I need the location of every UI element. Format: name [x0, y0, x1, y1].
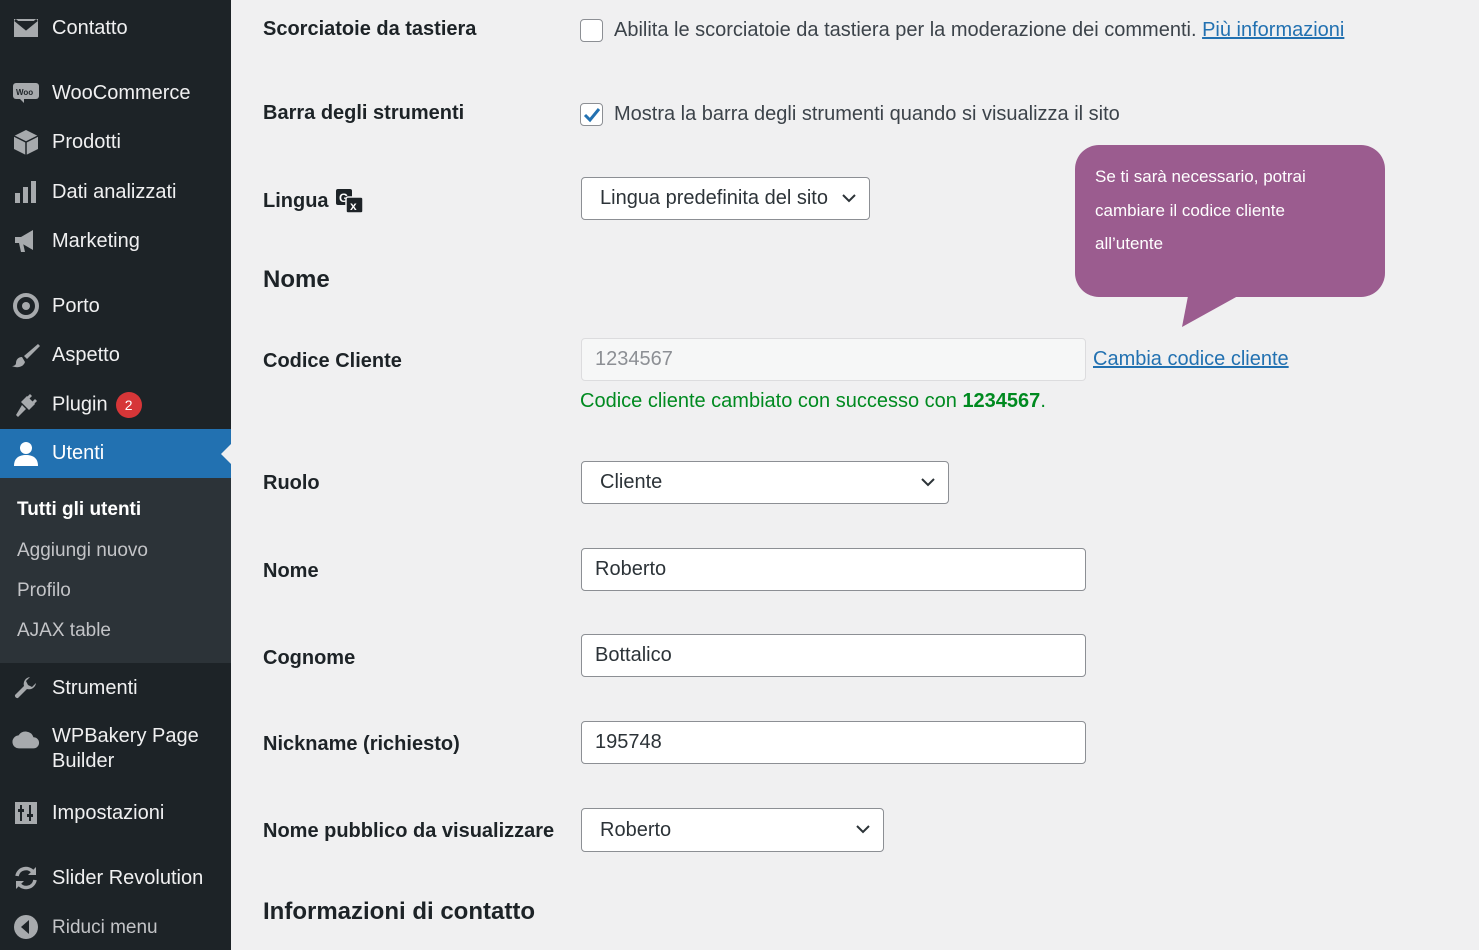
update-count-badge: 2: [115, 392, 142, 418]
chevron-down-icon: [856, 825, 870, 834]
last-name-value: Bottalico: [595, 644, 672, 666]
customer-code-success-message: Codice cliente cambiato con successo con…: [580, 390, 1046, 413]
sidebar-item-porto[interactable]: Porto: [0, 286, 231, 326]
sidebar-item-label: Slider Revolution: [52, 866, 204, 889]
envelope-icon: [12, 14, 40, 42]
sidebar-item-prodotti[interactable]: Prodotti: [0, 122, 231, 162]
last-name-input[interactable]: Bottalico: [581, 634, 1086, 677]
sidebar-item-slider-revolution[interactable]: Slider Revolution: [0, 858, 231, 898]
shortcuts-checkbox[interactable]: [580, 19, 603, 42]
translate-icon: Gx: [335, 188, 365, 214]
sidebar-item-woocommerce[interactable]: Woo WooCommerce: [0, 73, 231, 113]
woocommerce-icon: Woo: [12, 79, 40, 107]
sidebar-item-utenti[interactable]: Utenti: [0, 429, 231, 478]
cloud-icon: [12, 726, 40, 754]
sidebar-item-wpbakery[interactable]: WPBakery Page Builder: [0, 722, 231, 778]
sidebar-item-label: Marketing: [52, 229, 140, 252]
change-customer-code-link[interactable]: Cambia codice cliente: [1093, 348, 1289, 371]
sidebar-item-impostazioni[interactable]: Impostazioni: [0, 793, 231, 833]
svg-text:x: x: [350, 199, 357, 213]
sidebar-item-aspetto[interactable]: Aspetto: [0, 335, 231, 375]
display-name-select-value: Roberto: [600, 818, 672, 841]
sidebar-item-label: Porto: [52, 294, 100, 317]
role-select-value: Cliente: [600, 471, 663, 493]
role-label: Ruolo: [263, 472, 320, 494]
plugin-icon: [12, 391, 40, 419]
box-icon: [12, 128, 40, 156]
svg-text:Woo: Woo: [16, 88, 33, 97]
sidebar-item-label: Contatto: [52, 16, 128, 39]
sidebar-item-label: Impostazioni: [52, 801, 165, 824]
shortcuts-label: Scorciatoie da tastiera: [263, 18, 477, 40]
tooltip-line: Se ti sarà necessario, potrai: [1095, 167, 1306, 186]
sidebar-item-strumenti[interactable]: Strumenti: [0, 668, 231, 708]
display-name-label: Nome pubblico da visualizzare: [263, 820, 555, 842]
first-name-input[interactable]: Roberto: [581, 548, 1086, 591]
nickname-label: Nickname (richiesto): [263, 733, 460, 755]
shortcuts-checkbox-text: Abilita le scorciatoie da tastiera per l…: [614, 19, 1197, 41]
sidebar-item-label: Aspetto: [52, 343, 120, 366]
language-select-value: Lingua predefinita del sito: [600, 187, 828, 209]
tooltip-line: cambiare il codice cliente: [1095, 200, 1285, 220]
sidebar-item-marketing[interactable]: Marketing: [0, 221, 231, 261]
customer-code-value: 1234567: [595, 348, 673, 370]
toolbar-checkbox-text: Mostra la barra degli strumenti quando s…: [614, 103, 1120, 125]
more-info-link[interactable]: Più informazioni: [1202, 19, 1344, 41]
refresh-icon: [12, 864, 40, 892]
megaphone-icon: [12, 227, 40, 255]
sidebar-item-label: WooCommerce: [52, 81, 191, 104]
sidebar-item-label: Riduci menu: [52, 916, 158, 938]
admin-sidebar: Contatto Woo WooCommerce Prodotti Dati a…: [0, 0, 231, 950]
sidebar-item-dati-analizzati[interactable]: Dati analizzati: [0, 172, 231, 212]
submenu-item-profilo[interactable]: Profilo: [17, 580, 71, 602]
sidebar-item-label-line1: WPBakery Page: [52, 725, 199, 747]
sidebar-item-label: Prodotti: [52, 130, 121, 153]
toolbar-checkbox[interactable]: [580, 103, 603, 126]
bar-chart-icon: [12, 178, 40, 206]
sidebar-item-label: Utenti: [52, 442, 105, 464]
submenu-item-ajax-table[interactable]: AJAX table: [17, 620, 111, 642]
success-text: Codice cliente cambiato con successo con: [580, 390, 957, 412]
first-name-label: Nome: [263, 560, 319, 582]
customer-code-label: Codice Cliente: [263, 350, 402, 372]
sidebar-item-contatto[interactable]: Contatto: [0, 8, 231, 48]
sidebar-item-label: Strumenti: [52, 676, 138, 699]
sidebar-item-label: Plugin: [52, 393, 108, 416]
first-name-value: Roberto: [595, 558, 667, 580]
users-submenu: Tutti gli utenti Aggiungi nuovo Profilo …: [0, 478, 231, 663]
tooltip-line: all’utente: [1095, 234, 1164, 253]
submenu-item-aggiungi-nuovo[interactable]: Aggiungi nuovo: [17, 540, 148, 562]
sliders-icon: [12, 799, 40, 827]
chevron-down-icon: [921, 477, 935, 486]
collapse-menu-button[interactable]: Riduci menu: [0, 907, 231, 947]
user-icon: [12, 440, 40, 468]
circle-icon: [12, 292, 40, 320]
language-label: Lingua: [263, 189, 329, 212]
checkmark-icon: [583, 108, 601, 123]
tooltip-tail: [1182, 296, 1238, 327]
last-name-label: Cognome: [263, 647, 356, 669]
name-section-title: Nome: [263, 266, 330, 293]
role-select[interactable]: Cliente: [581, 461, 949, 504]
wrench-icon: [12, 674, 40, 702]
submenu-item-tutti-gli-utenti[interactable]: Tutti gli utenti: [17, 499, 141, 521]
nickname-input[interactable]: 195748: [581, 721, 1086, 764]
customer-code-field: 1234567: [581, 338, 1086, 381]
toolbar-label: Barra degli strumenti: [263, 102, 465, 124]
language-select[interactable]: Lingua predefinita del sito: [581, 177, 870, 220]
chevron-down-icon: [842, 193, 856, 202]
sidebar-item-label: Dati analizzati: [52, 180, 177, 203]
sidebar-item-plugin[interactable]: Plugin 2: [0, 385, 231, 425]
display-name-select[interactable]: Roberto: [581, 808, 884, 852]
help-tooltip-bubble: Se ti sarà necessario, potrai cambiare i…: [1075, 145, 1385, 297]
contact-section-title: Informazioni di contatto: [263, 898, 535, 925]
paintbrush-icon: [12, 341, 40, 369]
success-code-value: 1234567: [962, 390, 1041, 412]
nickname-value: 195748: [595, 731, 662, 753]
collapse-icon: [12, 913, 40, 941]
success-suffix: .: [1040, 390, 1046, 412]
sidebar-item-label-line2: Builder: [52, 750, 115, 772]
